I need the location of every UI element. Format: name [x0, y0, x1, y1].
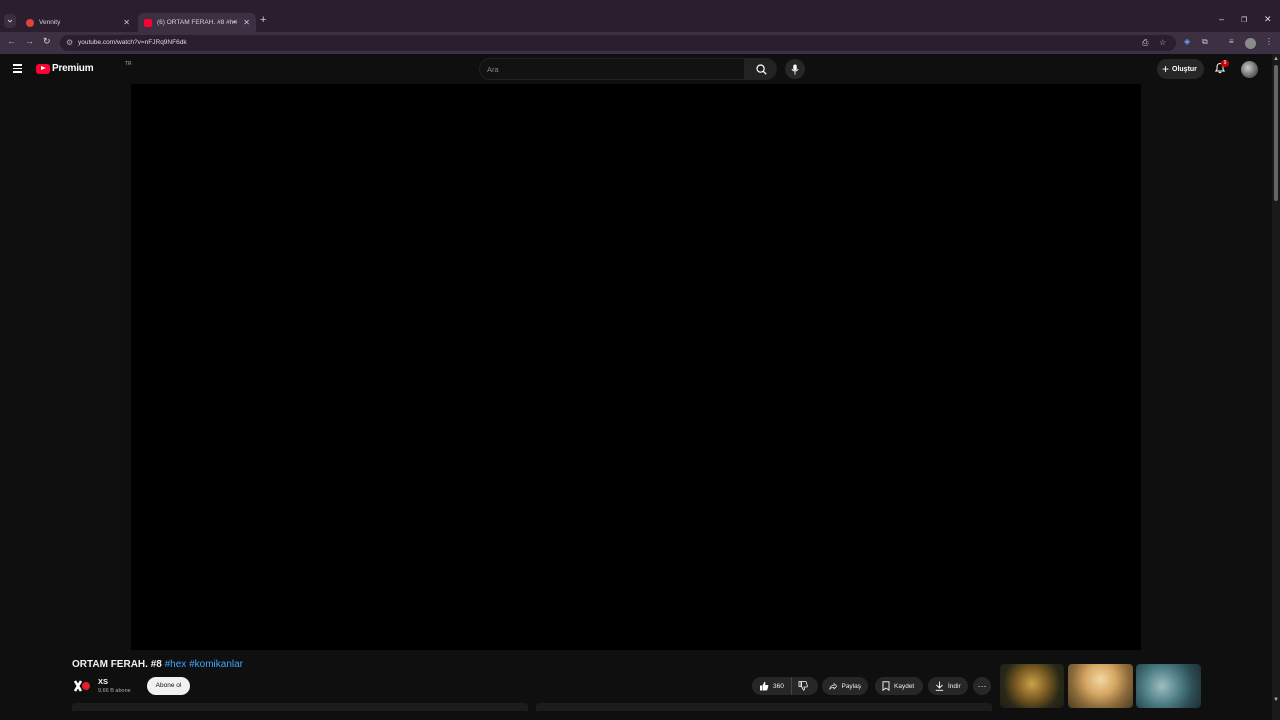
search-button[interactable]	[745, 58, 777, 80]
video-title: ORTAM FERAH. #8 #hex #komikanlar	[72, 659, 243, 670]
minimize-button[interactable]: –	[1219, 14, 1224, 24]
hashtag-link[interactable]: #komikanlar	[189, 659, 243, 670]
bookmark-icon	[882, 681, 890, 691]
download-button[interactable]: İndir	[928, 677, 968, 695]
bookmark-star-icon[interactable]: ☆	[1159, 38, 1166, 47]
forward-icon[interactable]: →	[25, 36, 34, 46]
browser-profile-avatar[interactable]	[1245, 38, 1256, 49]
subscribe-button[interactable]: Abone ol	[147, 677, 190, 695]
tab-title: Vennity	[39, 19, 61, 26]
logo-country-code: TR	[125, 61, 132, 67]
share-label: Paylaş	[841, 682, 861, 690]
restore-button[interactable]: ❐	[1241, 16, 1247, 24]
youtube-favicon-icon	[144, 18, 152, 27]
like-button[interactable]: 360	[752, 677, 792, 695]
chevron-down-icon	[7, 19, 13, 23]
create-label: Oluştur	[1172, 65, 1197, 73]
download-label: İndir	[948, 682, 961, 690]
search-icon	[755, 63, 767, 75]
like-dislike-group: 360	[752, 677, 818, 695]
comments-panel[interactable]	[536, 703, 992, 711]
close-tab-icon[interactable]: ✕	[243, 18, 250, 27]
search-placeholder: Ara	[487, 65, 499, 74]
channel-name[interactable]: XS	[98, 677, 108, 686]
close-tab-icon[interactable]: ✕	[123, 18, 130, 27]
xs-logo-icon	[73, 680, 90, 692]
description-box[interactable]	[72, 703, 528, 711]
browser-tab-strip: Vennity ✕ (6) ORTAM FERAH. #8 #hex 🔊︎ ✕ …	[0, 0, 1280, 32]
video-player[interactable]	[131, 84, 1141, 650]
address-bar[interactable]: ⚙ youtube.com/watch?v=nFJRq9NF6dk ⎙ ☆	[60, 35, 1176, 51]
menu-kebab-icon[interactable]: ⋮	[1265, 37, 1273, 46]
dislike-button[interactable]	[792, 681, 818, 691]
media-control-icon[interactable]: ≡	[1229, 37, 1234, 46]
share-button[interactable]: Paylaş	[822, 677, 868, 695]
extension-icon[interactable]: ◈	[1184, 37, 1190, 46]
extensions-puzzle-icon[interactable]: ⧉	[1202, 37, 1208, 47]
tab-search-button[interactable]	[4, 14, 16, 28]
save-label: Kaydet	[894, 682, 915, 690]
reload-icon[interactable]: ↻	[43, 36, 51, 47]
subscriber-count: 9,66 B abone	[98, 688, 131, 694]
related-video-thumbnail[interactable]	[1000, 664, 1064, 708]
scroll-up-arrow-icon[interactable]: ▲	[1273, 56, 1279, 62]
back-icon[interactable]: ←	[7, 36, 16, 46]
channel-avatar[interactable]	[72, 676, 92, 696]
browser-tab-youtube[interactable]: (6) ORTAM FERAH. #8 #hex 🔊︎ ✕	[138, 13, 256, 32]
notification-count-badge: 9	[1221, 60, 1229, 67]
voice-search-button[interactable]	[785, 59, 805, 79]
microphone-icon	[791, 64, 799, 74]
url-text[interactable]: youtube.com/watch?v=nFJRq9NF6dk	[78, 39, 187, 46]
tab-title: (6) ORTAM FERAH. #8 #hex	[157, 19, 233, 26]
related-video-thumbnail[interactable]	[1068, 664, 1133, 708]
search-input[interactable]: Ara	[479, 58, 745, 80]
youtube-premium-logo[interactable]: Premium TR	[36, 61, 132, 74]
thumbs-up-icon	[760, 681, 769, 691]
page-scrollbar[interactable]: ▲ ▼	[1272, 54, 1280, 720]
account-avatar[interactable]	[1241, 61, 1258, 78]
video-title-text: ORTAM FERAH. #8	[72, 659, 162, 670]
logo-text: Premium	[52, 63, 94, 74]
new-tab-button[interactable]: +	[260, 14, 266, 26]
site-info-icon[interactable]: ⚙	[66, 38, 73, 47]
scroll-down-arrow-icon[interactable]: ▼	[1273, 697, 1279, 703]
hamburger-menu-icon[interactable]	[13, 64, 22, 75]
browser-tab-vennity[interactable]: Vennity ✕	[20, 13, 136, 32]
youtube-play-icon	[36, 63, 50, 74]
thumbs-down-icon	[798, 681, 808, 691]
more-actions-button[interactable]: ···	[973, 677, 991, 695]
share-arrow-icon	[829, 682, 838, 690]
install-app-icon[interactable]: ⎙	[1142, 38, 1148, 48]
like-count: 360	[773, 682, 784, 690]
save-button[interactable]: Kaydet	[875, 677, 923, 695]
more-horizontal-icon: ···	[977, 681, 987, 691]
close-window-button[interactable]: ✕	[1264, 14, 1272, 25]
related-video-thumbnail[interactable]	[1136, 664, 1201, 708]
youtube-header: Premium TR Ara + Oluştur 9	[0, 54, 1272, 84]
create-button[interactable]: + Oluştur	[1157, 59, 1204, 79]
speaker-icon[interactable]: 🔊︎	[233, 19, 237, 27]
download-icon	[935, 681, 944, 691]
hashtag-link[interactable]: #hex	[165, 659, 187, 670]
browser-toolbar: ← → ↻ ⚙ youtube.com/watch?v=nFJRq9NF6dk …	[0, 32, 1280, 54]
vennity-favicon-icon	[26, 18, 34, 27]
scrollbar-thumb[interactable]	[1274, 65, 1278, 201]
plus-icon: +	[1162, 62, 1170, 76]
